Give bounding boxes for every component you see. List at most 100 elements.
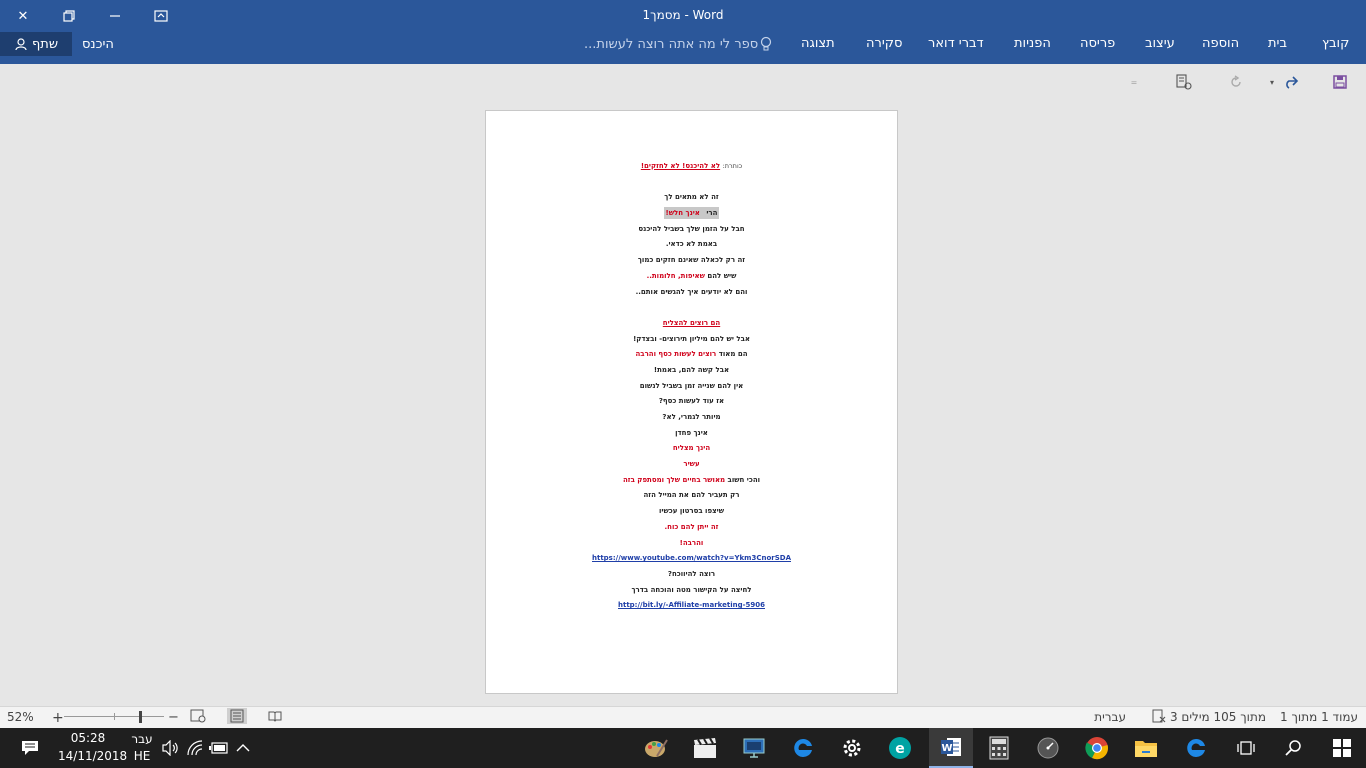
- word-count[interactable]: 3 מתוך 105 מילים: [1170, 710, 1266, 724]
- web-layout-button[interactable]: [190, 709, 206, 726]
- file-explorer-icon[interactable]: [1132, 734, 1160, 762]
- tell-me-input[interactable]: ספר לי מה אתה רוצה לעשות...: [584, 37, 758, 52]
- redo-icon: [1286, 76, 1299, 89]
- volume-icon[interactable]: [160, 734, 182, 762]
- text-run: אז עוד לעשות כסף?: [658, 397, 725, 406]
- document-paragraph: רוצה להיווכח?: [486, 567, 897, 583]
- text-run: הרי: [701, 207, 720, 220]
- document-paragraph: והם לא יודעים איך להגשים אותם..: [486, 285, 897, 301]
- edu-app-icon[interactable]: e: [886, 734, 914, 762]
- text-run: שיש להם: [704, 271, 737, 280]
- hyperlink[interactable]: http://bit.ly/-Affiliate-marketing-5906: [618, 601, 765, 609]
- lightbulb-icon: [760, 36, 772, 56]
- document-paragraph: אבל יש להם מיליון תירוצים- ובצדק!: [486, 332, 897, 348]
- chevron-up-icon: [236, 744, 250, 752]
- customize-toolbar-icon[interactable]: =: [1124, 72, 1144, 92]
- read-mode-button[interactable]: [268, 709, 282, 726]
- task-view-icon: [1237, 741, 1255, 755]
- input-language-top[interactable]: עבר: [131, 732, 153, 746]
- speedometer-icon[interactable]: [1034, 734, 1062, 762]
- redo-dropdown-icon[interactable]: ▾: [1262, 72, 1282, 92]
- text-run: רוצים לעשות כסף והרבה: [635, 350, 717, 359]
- action-center-button[interactable]: [6, 734, 54, 762]
- document-paragraph: https://www.youtube.com/watch?v=Ykm3Cnor…: [486, 551, 897, 567]
- tab-design[interactable]: עיצוב: [1145, 36, 1175, 51]
- task-view-button[interactable]: [1232, 734, 1260, 762]
- document-paragraph: והרבה!: [486, 536, 897, 552]
- zoom-level[interactable]: 52%: [7, 710, 34, 724]
- zoom-in-button[interactable]: +: [52, 710, 64, 726]
- text-run: אינך פחדן: [675, 428, 708, 437]
- document-paragraph: הם רוצים להצליח: [486, 316, 897, 332]
- text-run: חבל על הזמן שלך בשביל להיכנס: [638, 224, 745, 233]
- tab-home[interactable]: בית: [1268, 36, 1287, 51]
- tab-references[interactable]: הפניות: [1014, 36, 1051, 51]
- sign-in-link[interactable]: היכנס: [82, 37, 114, 52]
- tab-layout[interactable]: פריסה: [1080, 36, 1115, 51]
- text-run: מאושר בחיים שלך ומסתפק בזה: [622, 475, 726, 484]
- word-icon: W: [941, 738, 961, 756]
- share-button[interactable]: שתף: [0, 32, 72, 56]
- paint-icon[interactable]: [642, 734, 670, 762]
- document-paragraph: מיותר לגמרי, לא?: [486, 410, 897, 426]
- tab-file[interactable]: קובץ: [1322, 36, 1349, 51]
- empty-paragraph: [486, 300, 897, 316]
- clock-time[interactable]: 05:28: [58, 731, 118, 745]
- text-run: אינך חלש!: [663, 207, 702, 220]
- save-button[interactable]: [1330, 72, 1350, 92]
- text-run: באמת לא כדאי.: [665, 240, 718, 249]
- redo-button[interactable]: [1281, 72, 1301, 92]
- tab-view[interactable]: תצוגה: [801, 36, 835, 51]
- text-run: זה רק לכאלה שאינם חזקים כמוך: [637, 256, 746, 265]
- calculator-icon[interactable]: [985, 734, 1013, 762]
- print-layout-icon: [230, 709, 244, 723]
- text-run: רק תעביר להם את המייל הזה: [643, 491, 740, 500]
- zoom-out-button[interactable]: −: [168, 710, 179, 725]
- document-edit-icon: [1176, 74, 1192, 90]
- document-paragraph: שיצפו בסרטון עכשיו: [486, 504, 897, 520]
- start-button[interactable]: [1328, 734, 1356, 762]
- tab-insert[interactable]: הוספה: [1202, 36, 1239, 51]
- document-header-line: כותרת: לא להיכנס! לא לחזקים!: [486, 159, 897, 175]
- movie-maker-icon[interactable]: [691, 734, 719, 762]
- window-title: מסמך1 - Word: [642, 8, 724, 22]
- hyperlink[interactable]: https://www.youtube.com/watch?v=Ykm3Cnor…: [592, 554, 791, 562]
- document-paragraph: אז עוד לעשות כסף?: [486, 394, 897, 410]
- zoom-slider-thumb[interactable]: [139, 711, 142, 723]
- tab-review[interactable]: סקירה: [866, 36, 902, 51]
- repeat-button[interactable]: [1226, 72, 1246, 92]
- document-body[interactable]: כותרת: לא להיכנס! לא לחזקים! זה לא מתאים…: [486, 159, 897, 614]
- quick-access-toolbar: ▾ =: [0, 64, 1366, 100]
- document-paragraph: זה ייתן להם כוח.: [486, 520, 897, 536]
- word-taskbar-button[interactable]: W: [929, 728, 973, 768]
- print-layout-button[interactable]: [227, 708, 247, 724]
- chrome-icon[interactable]: [1083, 734, 1111, 762]
- document-paragraph: אינך פחדן: [486, 426, 897, 442]
- language-indicator[interactable]: עברית: [1094, 710, 1126, 724]
- document-paragraph: הם מאוד רוצים לעשות כסף והרבה: [486, 347, 897, 363]
- settings-icon[interactable]: [838, 734, 866, 762]
- touch-mode-button[interactable]: [1174, 72, 1194, 92]
- clock-date[interactable]: 14/11/2018: [58, 749, 127, 763]
- proofing-icon[interactable]: [1152, 709, 1166, 726]
- text-run: הם מאוד: [716, 350, 748, 359]
- input-language-code[interactable]: HE: [131, 749, 153, 763]
- presentation-app-icon[interactable]: [740, 734, 768, 762]
- document-paragraph: עשיר: [486, 457, 897, 473]
- zoom-slider-midmark: [114, 713, 115, 720]
- document-paragraph: והכי חשוב מאושר בחיים שלך ומסתפק בזה: [486, 473, 897, 489]
- text-run: זה ייתן להם כוח.: [664, 522, 719, 531]
- page-count[interactable]: עמוד 1 מתוך 1: [1280, 710, 1358, 724]
- battery-icon[interactable]: [207, 734, 231, 762]
- save-icon: [1333, 75, 1347, 89]
- edge-browser-icon[interactable]: [1182, 734, 1210, 762]
- edge-browser-icon-2[interactable]: [789, 734, 817, 762]
- taskbar: W e 05:28 14/11/2018 עבר HE: [0, 728, 1366, 768]
- text-run: עשיר: [683, 460, 700, 469]
- search-button[interactable]: [1280, 734, 1308, 762]
- tab-mailings[interactable]: דברי דואר: [928, 36, 984, 51]
- text-run: שיצפו בסרטון עכשיו: [658, 507, 725, 516]
- show-hidden-icons-button[interactable]: [232, 734, 254, 762]
- network-icon[interactable]: [185, 734, 207, 762]
- document-page[interactable]: כותרת: לא להיכנס! לא לחזקים! זה לא מתאים…: [485, 110, 898, 694]
